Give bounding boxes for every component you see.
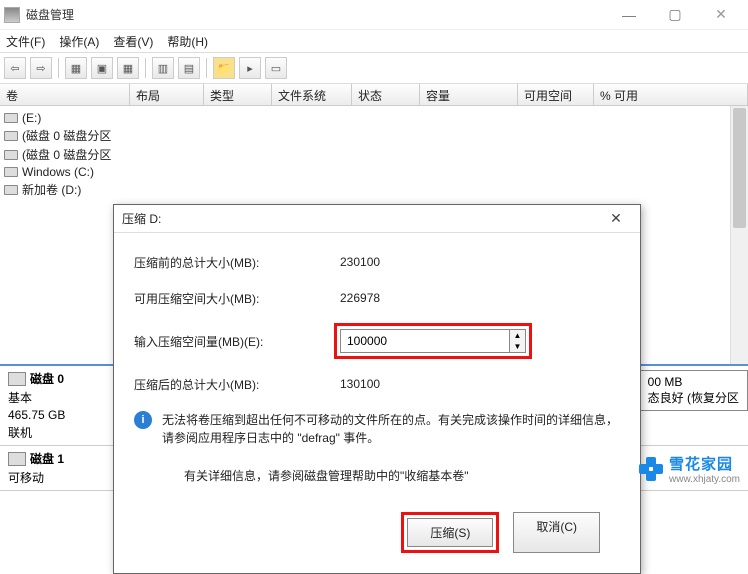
forward-button[interactable]: ⇨ <box>30 57 52 79</box>
header-type[interactable]: 类型 <box>204 84 272 105</box>
column-headers: 卷 布局 类型 文件系统 状态 容量 可用空间 % 可用 <box>0 84 748 106</box>
list-item[interactable]: (磁盘 0 磁盘分区 <box>4 126 126 145</box>
disk-0-size: 465.75 GB <box>8 408 65 422</box>
shrink-amount-input[interactable] <box>341 330 509 352</box>
disk-1-name: 磁盘 1 <box>30 450 64 467</box>
hint-text: 有关详细信息，请参阅磁盘管理帮助中的"收缩基本卷" <box>134 467 620 484</box>
disk-icon <box>4 167 18 177</box>
menu-file[interactable]: 文件(F) <box>6 33 45 50</box>
main-area: (E:) (磁盘 0 磁盘分区 (磁盘 0 磁盘分区 Windows (C:) … <box>0 106 748 506</box>
before-size-label: 压缩前的总计大小(MB): <box>134 254 334 271</box>
highlight-box: ▲ ▼ <box>334 323 532 359</box>
disk-icon <box>8 452 26 466</box>
list-item[interactable]: (E:) <box>4 110 126 126</box>
list-item[interactable]: Windows (C:) <box>4 164 126 180</box>
disk-1-type: 可移动 <box>8 469 64 486</box>
info-text: 无法将卷压缩到超出任何不可移动的文件所在的点。有关完成该操作时间的详细信息，请参… <box>162 411 620 447</box>
menu-help[interactable]: 帮助(H) <box>167 33 208 50</box>
spin-up-button[interactable]: ▲ <box>510 330 525 341</box>
toolbar: ⇦ ⇨ ▦ ▣ ▦ ▥ ▤ 📁 ▸ ▭ <box>0 52 748 84</box>
disk-0-name: 磁盘 0 <box>30 370 64 387</box>
disk-0-partition[interactable]: 00 MB 态良好 (恢复分区 <box>639 370 748 411</box>
shrink-amount-label: 输入压缩空间量(MB)(E): <box>134 333 334 350</box>
watermark-sub: www.xhjaty.com <box>669 474 740 485</box>
toolbar-btn-8[interactable]: ▭ <box>265 57 287 79</box>
toolbar-btn-1[interactable]: ▦ <box>65 57 87 79</box>
partition-status: 态良好 (恢复分区 <box>648 389 739 406</box>
dialog-title: 压缩 D: <box>122 210 600 227</box>
shrink-button[interactable]: 压缩(S) <box>407 518 493 547</box>
header-percent[interactable]: % 可用 <box>594 84 748 105</box>
menu-view[interactable]: 查看(V) <box>113 33 153 50</box>
toolbar-separator <box>145 58 146 78</box>
toolbar-btn-7[interactable]: ▸ <box>239 57 261 79</box>
toolbar-btn-2[interactable]: ▣ <box>91 57 113 79</box>
header-status[interactable]: 状态 <box>352 84 420 105</box>
toolbar-btn-3[interactable]: ▦ <box>117 57 139 79</box>
window-titlebar: 磁盘管理 — ▢ ✕ <box>0 0 748 30</box>
header-free[interactable]: 可用空间 <box>518 84 594 105</box>
dialog-close-button[interactable]: ✕ <box>600 208 632 230</box>
header-filesystem[interactable]: 文件系统 <box>272 84 352 105</box>
after-size-value: 130100 <box>334 373 520 395</box>
info-icon: i <box>134 411 152 429</box>
after-size-label: 压缩后的总计大小(MB): <box>134 376 334 393</box>
toolbar-btn-5[interactable]: ▤ <box>178 57 200 79</box>
list-item[interactable]: 新加卷 (D:) <box>4 180 126 199</box>
disk-icon <box>4 150 18 160</box>
spin-down-button[interactable]: ▼ <box>510 341 525 352</box>
list-item[interactable]: (磁盘 0 磁盘分区 <box>4 145 126 164</box>
close-button[interactable]: ✕ <box>698 0 744 30</box>
toolbar-separator <box>206 58 207 78</box>
toolbar-separator <box>58 58 59 78</box>
dialog-titlebar: 压缩 D: ✕ <box>114 205 640 233</box>
scrollbar-thumb[interactable] <box>733 108 746 228</box>
minimize-button[interactable]: — <box>606 0 652 30</box>
before-size-value: 230100 <box>334 251 520 273</box>
app-icon <box>4 7 20 23</box>
vertical-scrollbar[interactable] <box>730 106 748 364</box>
available-shrink-value: 226978 <box>334 287 520 309</box>
info-note: i 无法将卷压缩到超出任何不可移动的文件所在的点。有关完成该操作时间的详细信息，… <box>134 411 620 447</box>
menu-action[interactable]: 操作(A) <box>59 33 99 50</box>
disk-icon <box>4 113 18 123</box>
toolbar-btn-6[interactable]: 📁 <box>213 57 235 79</box>
maximize-button[interactable]: ▢ <box>652 0 698 30</box>
available-shrink-label: 可用压缩空间大小(MB): <box>134 290 334 307</box>
highlight-box: 压缩(S) <box>401 512 499 553</box>
watermark-main: 雪花家园 <box>669 453 740 474</box>
volume-list: (E:) (磁盘 0 磁盘分区 (磁盘 0 磁盘分区 Windows (C:) … <box>0 106 130 203</box>
shrink-amount-input-wrap: ▲ ▼ <box>340 329 526 353</box>
menu-bar: 文件(F) 操作(A) 查看(V) 帮助(H) <box>0 30 748 52</box>
watermark: 雪花家园 www.xhjaty.com <box>639 453 740 485</box>
toolbar-btn-4[interactable]: ▥ <box>152 57 174 79</box>
window-title: 磁盘管理 <box>26 6 606 23</box>
disk-0-type: 基本 <box>8 389 65 406</box>
header-layout[interactable]: 布局 <box>130 84 204 105</box>
disk-icon <box>8 372 26 386</box>
watermark-icon <box>639 457 663 481</box>
disk-icon <box>4 185 18 195</box>
cancel-button[interactable]: 取消(C) <box>513 512 600 553</box>
disk-icon <box>4 131 18 141</box>
header-volume[interactable]: 卷 <box>0 84 130 105</box>
back-button[interactable]: ⇦ <box>4 57 26 79</box>
partition-size: 00 MB <box>648 375 739 389</box>
shrink-dialog: 压缩 D: ✕ 压缩前的总计大小(MB): 230100 可用压缩空间大小(MB… <box>113 204 641 574</box>
header-capacity[interactable]: 容量 <box>420 84 518 105</box>
disk-0-status: 联机 <box>8 424 65 441</box>
